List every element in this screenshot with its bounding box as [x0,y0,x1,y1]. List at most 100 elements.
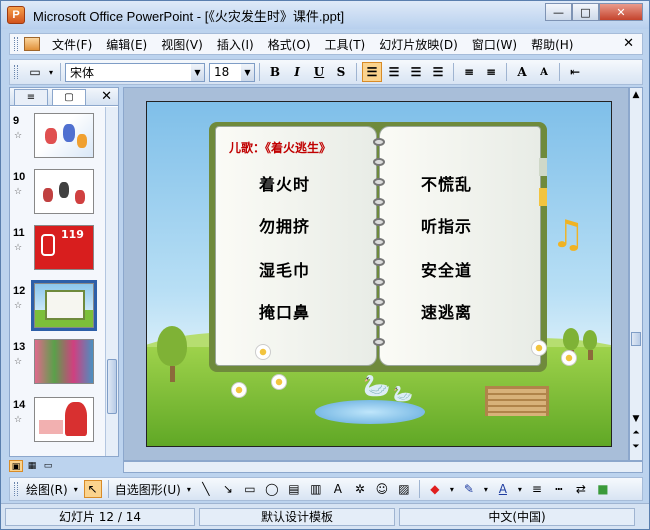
bold-button[interactable]: B [265,62,285,82]
scrollbar-thumb[interactable] [107,359,117,414]
slide-thumbnail-10[interactable]: 10 ☆ [10,167,106,217]
document-close-icon[interactable]: ✕ [623,36,634,51]
lyric-line-right-2[interactable]: 听指示 [421,213,472,237]
close-button[interactable]: ✕ [599,3,643,21]
lyric-line-left-4[interactable]: 掩口鼻 [259,299,310,323]
scroll-up-icon[interactable]: ▲ [630,90,642,100]
slide-number: 9 [13,115,20,127]
align-center-icon[interactable]: ☰ [384,62,404,82]
draw-menu-button[interactable]: 绘图(R) [24,481,70,498]
chevron-down-icon[interactable]: ▾ [516,480,524,498]
thumbnail-scrollbar[interactable] [105,107,118,456]
align-right-icon[interactable]: ☰ [406,62,426,82]
chevron-down-icon[interactable]: ▼ [191,63,204,81]
clipart-icon[interactable]: ☺ [373,480,391,498]
chevron-down-icon[interactable]: ▾ [482,480,490,498]
lyric-line-left-3[interactable]: 湿毛巾 [259,257,310,281]
menu-grip[interactable] [14,37,18,51]
numbered-list-icon[interactable]: ≡ [459,62,479,82]
normal-view-icon[interactable]: ▣ [9,460,23,472]
rectangle-tool-icon[interactable]: ▭ [241,480,259,498]
vertical-textbox-icon[interactable]: ▥ [307,480,325,498]
new-document-icon[interactable]: ▭ [25,62,45,82]
song-title[interactable]: 儿歌：《着火逃生》 [229,139,331,156]
font-name-select[interactable]: 宋体 ▼ [65,62,205,82]
drawing-toolbar: 绘图(R) ▾ ↖ 自选图形(U) ▾ ╲ ↘ ▭ ◯ ▤ ▥ A ✲ ☺ ▨ … [9,477,643,501]
minimize-button[interactable]: — [545,3,572,21]
wordart-icon[interactable]: A [329,480,347,498]
menu-edit[interactable]: 编辑(E) [100,36,153,53]
shadow-style-icon[interactable]: ■ [594,480,612,498]
lyric-line-right-4[interactable]: 速逃离 [421,299,472,323]
align-left-icon[interactable]: ☰ [362,62,382,82]
bulleted-list-icon[interactable]: ≡ [481,62,501,82]
lyric-line-right-3[interactable]: 安全道 [421,257,472,281]
shadow-button[interactable]: S [331,62,351,82]
italic-button[interactable]: I [287,62,307,82]
chevron-down-icon[interactable]: ▾ [448,480,456,498]
fill-color-icon[interactable]: ◆ [426,480,444,498]
toolbar-grip[interactable] [14,65,18,79]
toolbar-options-icon[interactable]: ▾ [47,62,55,82]
tab-outline[interactable]: ≡ [14,88,48,105]
oval-tool-icon[interactable]: ◯ [263,480,281,498]
menu-view[interactable]: 视图(V) [155,36,209,53]
toolbar-grip[interactable] [14,482,18,496]
document-icon[interactable] [24,37,40,51]
arrow-tool-icon[interactable]: ↘ [219,480,237,498]
chevron-down-icon[interactable]: ▾ [72,480,80,498]
slide-canvas[interactable]: 🦢 🦢 ♫ [146,101,612,447]
slide-thumbnail-14[interactable]: 14 ☆ [10,395,106,445]
slide-thumbnail-13[interactable]: 13 ☆ [10,337,106,387]
flower-icon [231,382,247,398]
maximize-button[interactable]: □ [572,3,599,21]
menu-help[interactable]: 帮助(H) [525,36,579,53]
lyric-line-right-1[interactable]: 不慌乱 [421,171,472,195]
increase-font-button[interactable]: A [512,62,532,82]
menu-tools[interactable]: 工具(T) [319,36,372,53]
slide-sorter-view-icon[interactable]: ▦ [25,460,39,472]
lyric-line-left-2[interactable]: 勿拥挤 [259,213,310,237]
editor-horizontal-scrollbar[interactable] [123,461,643,473]
menu-file[interactable]: 文件(F) [46,36,98,53]
status-bar: 幻灯片 12 / 14 默认设计模板 中文(中国) [1,503,649,529]
lyric-line-left-1[interactable]: 着火时 [259,171,310,195]
swan-icon: 🦢 [393,384,413,403]
menu-format[interactable]: 格式(O) [262,36,317,53]
textbox-icon[interactable]: ▤ [285,480,303,498]
bookmark-tab [539,158,547,176]
picture-icon[interactable]: ▨ [395,480,413,498]
chevron-down-icon[interactable]: ▾ [185,480,193,498]
editor-vertical-scrollbar[interactable]: ▲ ▼ ⏶ ⏷ [629,87,643,461]
menu-insert[interactable]: 插入(I) [211,36,260,53]
menu-slideshow[interactable]: 幻灯片放映(D) [373,36,464,53]
slide-thumbnail-9[interactable]: 9 ☆ [10,111,106,161]
line-style-icon[interactable]: ≡ [528,480,546,498]
slideshow-view-icon[interactable]: ▭ [41,460,55,472]
slide-thumbnail-12[interactable]: 12 ☆ [10,280,106,331]
select-pointer-icon[interactable]: ↖ [83,480,102,498]
underline-button[interactable]: U [309,62,329,82]
notebook [209,122,547,372]
chevron-down-icon[interactable]: ▼ [241,63,254,81]
scrollbar-thumb[interactable] [631,332,641,346]
menu-window[interactable]: 窗口(W) [466,36,523,53]
scroll-down-icon[interactable]: ▼ [630,414,642,424]
distributed-align-icon[interactable]: ☰ [428,62,448,82]
font-size-select[interactable]: 18 ▼ [209,62,255,82]
diagram-icon[interactable]: ✲ [351,480,369,498]
slide-thumbnail-11[interactable]: 11 ☆ 119 [10,223,106,273]
tab-slides[interactable]: ▢ [52,88,86,105]
decrease-indent-icon[interactable]: ⇤ [565,62,585,82]
window-controls: — □ ✕ [545,3,643,21]
font-color-icon[interactable]: A [494,480,512,498]
arrow-style-icon[interactable]: ⇄ [572,480,590,498]
previous-slide-icon[interactable]: ⏶ [630,428,642,438]
decrease-font-button[interactable]: A [534,62,554,82]
next-slide-icon[interactable]: ⏷ [630,442,642,452]
line-color-icon[interactable]: ✎ [460,480,478,498]
autoshapes-menu-button[interactable]: 自选图形(U) [113,481,183,498]
line-tool-icon[interactable]: ╲ [197,480,215,498]
dash-style-icon[interactable]: ┅ [550,480,568,498]
pane-close-icon[interactable]: ✕ [101,89,112,104]
